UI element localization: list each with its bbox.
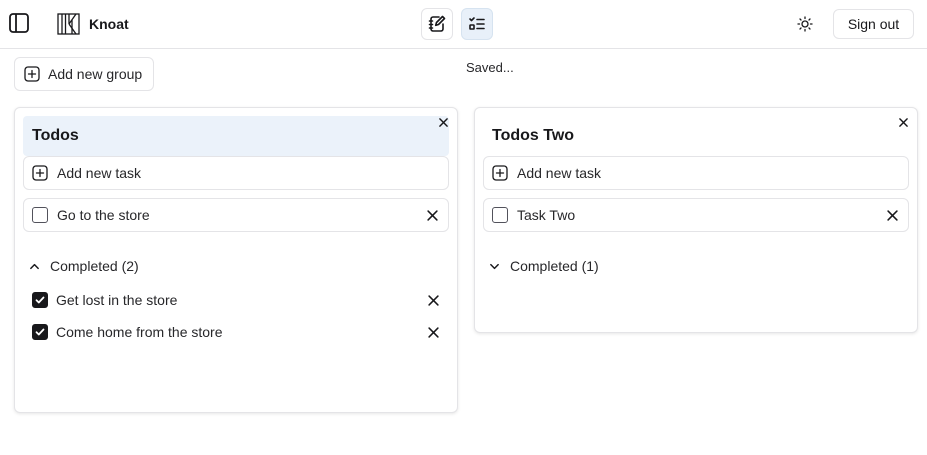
plus-square-icon	[24, 66, 40, 82]
list-view-button[interactable]	[461, 8, 493, 40]
task-checkbox[interactable]	[32, 207, 48, 223]
task-checkbox[interactable]	[492, 207, 508, 223]
delete-group-button[interactable]	[895, 114, 911, 130]
close-icon	[438, 117, 448, 127]
group-title: Todos Two	[492, 127, 575, 144]
plus-square-icon	[492, 165, 508, 181]
sun-icon	[797, 16, 813, 32]
group-title: Todos	[32, 127, 79, 144]
sidebar-icon	[8, 12, 30, 34]
todo-group-card: Todos Add new task Go to the store Compl…	[14, 107, 458, 413]
task-checkbox-checked[interactable]	[32, 324, 48, 340]
close-icon	[898, 117, 908, 127]
knoat-logo-icon	[57, 13, 81, 35]
top-bar: Knoat Sign out	[0, 0, 927, 49]
save-status: Saved...	[466, 60, 514, 75]
list-checks-icon	[468, 15, 486, 33]
completed-toggle[interactable]: Completed (1)	[489, 256, 599, 276]
close-icon	[427, 294, 439, 306]
delete-task-button[interactable]	[884, 207, 900, 223]
completed-task-row: Get lost in the store	[23, 287, 449, 313]
task-label[interactable]: Go to the store	[57, 207, 150, 223]
add-task-button[interactable]: Add new task	[23, 156, 449, 190]
completed-toggle[interactable]: Completed (2)	[29, 256, 139, 276]
plus-square-icon	[32, 165, 48, 181]
add-task-label: Add new task	[57, 165, 142, 181]
sign-out-button[interactable]: Sign out	[833, 9, 914, 39]
close-icon	[427, 326, 439, 338]
delete-task-button[interactable]	[424, 207, 440, 223]
app-title: Knoat	[89, 16, 129, 32]
task-label[interactable]: Get lost in the store	[56, 292, 177, 308]
delete-group-button[interactable]	[435, 114, 451, 130]
sidebar-toggle-button[interactable]	[4, 8, 34, 38]
chevron-up-icon	[29, 261, 40, 272]
completed-task-row: Come home from the store	[23, 319, 449, 345]
group-title-field[interactable]: Todos	[23, 116, 449, 156]
theme-toggle-button[interactable]	[790, 9, 820, 39]
task-checkbox-checked[interactable]	[32, 292, 48, 308]
delete-task-button[interactable]	[425, 292, 441, 308]
notebook-pen-icon	[428, 15, 446, 33]
add-group-button[interactable]: Add new group	[14, 57, 154, 91]
add-task-label: Add new task	[517, 165, 602, 181]
task-row: Go to the store	[23, 198, 449, 232]
completed-label: Completed (1)	[510, 258, 599, 274]
completed-label: Completed (2)	[50, 258, 139, 274]
group-title-field[interactable]: Todos Two	[483, 116, 909, 156]
add-group-label: Add new group	[48, 66, 143, 82]
task-label[interactable]: Task Two	[517, 207, 575, 223]
close-icon	[426, 209, 438, 221]
todo-group-card: Todos Two Add new task Task Two Complete…	[474, 107, 918, 333]
add-task-button[interactable]: Add new task	[483, 156, 909, 190]
chevron-down-icon	[489, 261, 500, 272]
task-label[interactable]: Come home from the store	[56, 324, 223, 340]
notes-view-button[interactable]	[421, 8, 453, 40]
task-row: Task Two	[483, 198, 909, 232]
close-icon	[886, 209, 898, 221]
delete-task-button[interactable]	[425, 324, 441, 340]
